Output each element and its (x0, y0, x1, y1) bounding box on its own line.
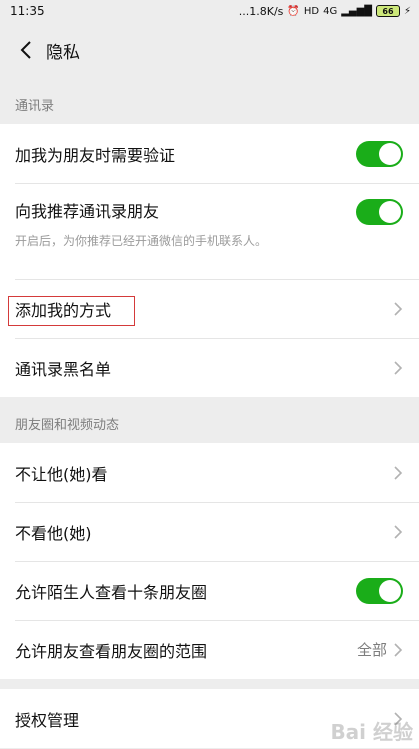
status-time: 11:35 (10, 4, 45, 18)
row-range[interactable]: 允许朋友查看朋友圈的范围 全部 (0, 620, 419, 679)
alarm-clock-icon: ⏰ (287, 5, 300, 17)
chevron-right-icon (394, 301, 403, 316)
page-title: 隐私 (46, 42, 80, 63)
toggle-knob (379, 201, 401, 223)
moments-group: 不让他(她)看 不看他(她) 允许陌生人查看十条朋友圈 允许朋友查看朋友圈的范围… (0, 443, 419, 679)
toggle-knob (379, 142, 401, 165)
contacts-group: 加我为朋友时需要验证 向我推荐通讯录朋友 开启后，为你推荐已经开通微信的手机联系… (0, 124, 419, 397)
row-label: 加我为朋友时需要验证 (15, 145, 176, 165)
row-label: 允许陌生人查看十条朋友圈 (15, 582, 208, 602)
row-label: 添加我的方式 (15, 300, 112, 320)
row-hide-from[interactable]: 不让他(她)看 (0, 443, 419, 502)
row-label-wrap: 向我推荐通讯录朋友 开启后，为你推荐已经开通微信的手机联系人。 (15, 198, 356, 249)
row-label: 允许朋友查看朋友圈的范围 (15, 641, 208, 661)
row-not-see[interactable]: 不看他(她) (0, 502, 419, 561)
row-strangers: 允许陌生人查看十条朋友圈 (0, 561, 419, 620)
section-header-moments: 朋友圈和视频动态 (15, 418, 120, 433)
row-label: 不让他(她)看 (15, 464, 108, 484)
bolt-icon: ⚡ (403, 5, 411, 17)
row-description: 开启后，为你推荐已经开通微信的手机联系人。 (15, 234, 268, 248)
row-label: 通讯录黑名单 (15, 359, 112, 379)
watermark: Bai 经验 (330, 720, 413, 744)
battery-icon: 66 (375, 5, 400, 17)
section-gap (0, 679, 419, 689)
strangers-toggle[interactable] (356, 577, 403, 604)
hd-label: HD (303, 5, 320, 17)
status-icons: ...1.8K/s ⏰ HD 4G ▂▄▆█ 66 ⚡ (239, 5, 411, 18)
row-label: 向我推荐通讯录朋友 (15, 202, 160, 221)
chevron-right-icon (394, 524, 403, 539)
nav-bar: 隐私 (0, 22, 419, 78)
signal-bars-icon: ▂▄▆█ (341, 5, 372, 17)
section-header-contacts: 通讯录 (15, 99, 55, 114)
recommend-toggle[interactable] (356, 199, 403, 225)
status-bar: 11:35 ...1.8K/s ⏰ HD 4G ▂▄▆█ 66 ⚡ (0, 0, 419, 22)
back-button[interactable] (12, 36, 40, 64)
chevron-right-icon (394, 465, 403, 480)
chevron-right-icon (394, 360, 403, 375)
row-label: 不看他(她) (15, 523, 92, 543)
row-recommend: 向我推荐通讯录朋友 开启后，为你推荐已经开通微信的手机联系人。 (0, 183, 419, 279)
row-verify: 加我为朋友时需要验证 (0, 124, 419, 183)
row-value: 全部 (356, 641, 387, 659)
verify-toggle[interactable] (356, 140, 403, 167)
network-speed: ...1.8K/s (238, 4, 284, 18)
chevron-right-icon (394, 642, 403, 657)
toggle-knob (379, 579, 401, 602)
row-blacklist[interactable]: 通讯录黑名单 (0, 338, 419, 397)
chevron-left-icon (20, 41, 31, 59)
signal-4g-label: 4G (323, 5, 338, 17)
row-add-methods[interactable]: 添加我的方式 (0, 279, 419, 338)
